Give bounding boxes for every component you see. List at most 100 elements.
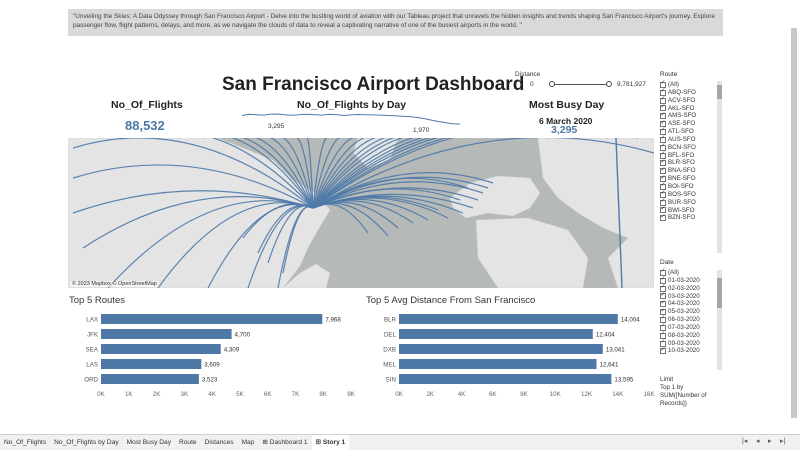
route-filter-option[interactable]: BZN-SFO <box>660 214 722 222</box>
date-filter-option[interactable]: 03-03-2020 <box>660 292 722 301</box>
checkbox-checked-icon[interactable] <box>660 104 666 112</box>
checkbox-checked-icon[interactable] <box>660 151 666 159</box>
route-bar[interactable] <box>101 314 323 324</box>
route-filter-option[interactable]: BLR-SFO <box>660 159 722 167</box>
route-filter-option[interactable]: ABQ-SFO <box>660 88 722 97</box>
date-filter-option[interactable]: 06-03-2020 <box>660 315 722 324</box>
route-bar[interactable] <box>101 359 202 369</box>
date-filter-option[interactable]: 10-03-2020 <box>660 347 722 355</box>
checkbox-checked-icon[interactable] <box>660 331 666 339</box>
distance-slider-max-handle[interactable] <box>606 81 612 87</box>
tab-map[interactable]: Map <box>238 435 259 450</box>
tab-route[interactable]: Route <box>175 435 201 450</box>
checkbox-checked-icon[interactable] <box>660 276 666 284</box>
distance-bar[interactable] <box>399 359 597 369</box>
checkbox-checked-icon[interactable] <box>660 112 666 120</box>
page-scrollbar[interactable] <box>791 28 797 418</box>
distance-slider-track[interactable] <box>552 84 609 85</box>
route-filter-option[interactable]: BUR-SFO <box>660 198 722 207</box>
distance-bar[interactable] <box>399 329 593 339</box>
route-filter-option[interactable]: BOS-SFO <box>660 190 722 199</box>
tab-distances[interactable]: Distances <box>201 435 238 450</box>
checkbox-checked-icon[interactable] <box>660 292 666 300</box>
route-filter-option[interactable]: (All) <box>660 80 722 89</box>
checkbox-checked-icon[interactable] <box>660 120 666 127</box>
checkbox-checked-icon[interactable] <box>660 308 666 315</box>
distance-tick-label: 0K <box>395 391 403 398</box>
route-filter-option[interactable]: BOI-SFO <box>660 182 722 191</box>
tab-no-of-flights-by-day[interactable]: No_Of_Flights by Day <box>50 435 123 450</box>
checkbox-checked-icon[interactable] <box>660 284 666 292</box>
date-filter-option[interactable]: 01-03-2020 <box>660 276 722 285</box>
route-filter-option[interactable]: BCN-SFO <box>660 143 722 152</box>
date-filter-option[interactable]: 07-03-2020 <box>660 323 722 332</box>
route-filter-scrollbar[interactable] <box>717 81 722 253</box>
tab-dashboard-1[interactable]: ⊞ Dashboard 1 <box>258 435 311 450</box>
dashboard-stage: "Unveiling the Skies: A Data Odyssey thr… <box>0 0 800 450</box>
checkbox-checked-icon[interactable] <box>660 347 666 355</box>
date-filter-scroll-thumb[interactable] <box>717 278 722 308</box>
checkbox-checked-icon[interactable] <box>660 127 666 135</box>
route-filter-option[interactable]: AKL-SFO <box>660 104 722 113</box>
checkbox-checked-icon[interactable] <box>660 206 666 214</box>
checkbox-checked-icon[interactable] <box>660 214 666 222</box>
distance-slider-min-handle[interactable] <box>549 81 555 87</box>
busy-day-label: Most Busy Day <box>529 99 605 111</box>
route-filter-option[interactable]: AUS-SFO <box>660 135 722 144</box>
checkbox-checked-icon[interactable] <box>660 198 666 206</box>
route-filter-option[interactable]: ASE-SFO <box>660 120 722 128</box>
route-filter-option[interactable]: BWI-SFO <box>660 206 722 215</box>
checkbox-checked-icon[interactable] <box>660 182 666 190</box>
route-filter-title: Route <box>660 71 678 78</box>
page-scroll-thumb[interactable] <box>791 28 797 418</box>
route-bar[interactable] <box>101 329 232 339</box>
route-filter-option[interactable]: ATL-SFO <box>660 127 722 136</box>
checkbox-checked-icon[interactable] <box>660 315 666 323</box>
checkbox-checked-icon[interactable] <box>660 96 666 104</box>
route-filter-option[interactable]: ACV-SFO <box>660 96 722 105</box>
distance-bar[interactable] <box>399 374 612 384</box>
route-map-canvas[interactable] <box>68 138 654 288</box>
checkbox-checked-icon[interactable] <box>660 190 666 198</box>
route-filter-option[interactable]: BNA-SFO <box>660 167 722 175</box>
tab-most-busy-day[interactable]: Most Busy Day <box>123 435 175 450</box>
checkbox-checked-icon[interactable] <box>660 175 666 182</box>
checkbox-checked-icon[interactable] <box>660 135 666 143</box>
checkbox-checked-icon[interactable] <box>660 80 666 88</box>
prev-sheet-icon[interactable]: ◂ <box>756 437 760 445</box>
date-filter-option[interactable]: 02-03-2020 <box>660 284 722 293</box>
checkbox-checked-icon[interactable] <box>660 159 666 167</box>
distance-bar[interactable] <box>399 344 603 354</box>
checkbox-checked-icon[interactable] <box>660 323 666 331</box>
route-filter-option[interactable]: BNE-SFO <box>660 175 722 183</box>
route-bar[interactable] <box>101 344 221 354</box>
date-filter-option[interactable]: 05-03-2020 <box>660 308 722 316</box>
date-filter-scrollbar[interactable] <box>717 270 722 370</box>
route-filter-option-label: BZN-SFO <box>668 214 696 222</box>
date-filter-option[interactable]: (All) <box>660 268 722 277</box>
first-sheet-icon[interactable]: |◂ <box>742 437 747 445</box>
checkbox-checked-icon[interactable] <box>660 300 666 308</box>
last-sheet-icon[interactable]: ▸| <box>780 437 785 445</box>
route-filter-option-label: BNA-SFO <box>668 167 696 175</box>
checkbox-checked-icon[interactable] <box>660 167 666 175</box>
tab-story-1[interactable]: ⊞ Story 1 <box>311 435 350 450</box>
date-filter-option-label: 02-03-2020 <box>668 284 700 292</box>
route-map[interactable]: © 2023 Mapbox © OpenStreetMap <box>68 138 654 288</box>
avg-distance-chart: BLR 14,004 DEL 12,404 DXB 13,041 MEL 12,641 SIN 1… <box>383 314 655 398</box>
date-filter-option[interactable]: 04-03-2020 <box>660 300 722 308</box>
route-bar[interactable] <box>101 374 199 384</box>
checkbox-checked-icon[interactable] <box>660 143 666 151</box>
map-land <box>475 217 589 288</box>
next-sheet-icon[interactable]: ▸ <box>768 437 772 445</box>
checkbox-checked-icon[interactable] <box>660 339 666 347</box>
date-filter-option[interactable]: 09-03-2020 <box>660 339 722 348</box>
route-filter-option[interactable]: BFL-SFO <box>660 151 722 160</box>
checkbox-checked-icon[interactable] <box>660 88 666 96</box>
route-filter-option[interactable]: AMS-SFO <box>660 112 722 120</box>
checkbox-checked-icon[interactable] <box>660 268 666 276</box>
distance-bar[interactable] <box>399 314 618 324</box>
route-filter-scroll-thumb[interactable] <box>717 85 722 99</box>
date-filter-option[interactable]: 08-03-2020 <box>660 331 722 340</box>
tab-no-of-flights[interactable]: No_Of_Flights <box>0 435 50 450</box>
